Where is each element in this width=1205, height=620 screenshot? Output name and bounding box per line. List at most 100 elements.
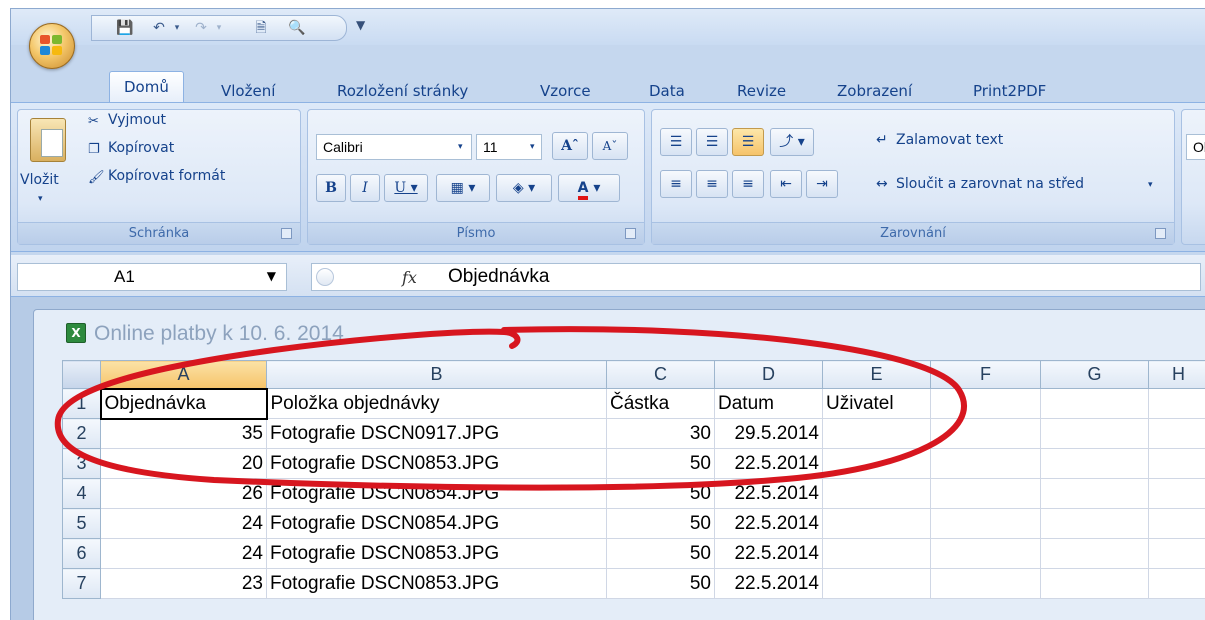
decrease-indent-button[interactable]: ⇤ [770, 170, 802, 198]
table-cell[interactable] [1040, 568, 1149, 599]
name-box[interactable]: A1 ▼ [17, 263, 287, 291]
undo-dropdown-icon[interactable]: ▾ [168, 20, 186, 36]
column-header[interactable]: G [1040, 360, 1149, 389]
number-format-select[interactable]: Ob [1186, 134, 1205, 160]
clipboard-launcher-icon[interactable] [281, 228, 292, 239]
tab-home[interactable]: Domů [109, 71, 184, 103]
table-cell[interactable] [930, 538, 1041, 569]
tab-data[interactable]: Data [649, 79, 685, 103]
table-cell[interactable] [822, 418, 931, 449]
table-cell[interactable]: 50 [606, 478, 715, 509]
merge-center-button[interactable]: Sloučit a zarovnat na střed [896, 176, 1084, 192]
tab-view[interactable]: Zobrazení [837, 79, 912, 103]
shrink-font-button[interactable]: Aˇ [592, 132, 628, 160]
underline-button[interactable]: U ▾ [384, 174, 428, 202]
undo-icon[interactable]: ↶ [150, 20, 168, 36]
table-cell[interactable]: 20 [100, 448, 267, 479]
customize-qat-icon[interactable]: ▼ [356, 18, 365, 32]
row-header[interactable]: 3 [62, 448, 101, 479]
align-center-button[interactable]: ≡ [696, 170, 728, 198]
alignment-launcher-icon[interactable] [1155, 228, 1166, 239]
increase-indent-button[interactable]: ⇥ [806, 170, 838, 198]
table-cell[interactable] [930, 418, 1041, 449]
table-cell[interactable] [1148, 448, 1205, 479]
font-name-dropdown-icon[interactable]: ▾ [458, 142, 463, 152]
align-left-button[interactable]: ≡ [660, 170, 692, 198]
row-header[interactable]: 5 [62, 508, 101, 539]
merge-dropdown-icon[interactable]: ▾ [1148, 180, 1153, 190]
row-header[interactable]: 7 [62, 568, 101, 599]
column-header[interactable]: E [822, 360, 931, 389]
font-size-dropdown-icon[interactable]: ▾ [530, 142, 535, 152]
column-header[interactable]: B [266, 360, 607, 389]
name-box-dropdown-icon[interactable]: ▼ [267, 269, 276, 283]
redo-dropdown-icon[interactable]: ▾ [210, 20, 228, 36]
table-cell[interactable] [1148, 508, 1205, 539]
table-cell[interactable]: Fotografie DSCN0854.JPG [266, 478, 607, 509]
table-cell[interactable] [1148, 418, 1205, 449]
table-cell[interactable] [1148, 538, 1205, 569]
table-cell[interactable] [822, 448, 931, 479]
table-cell[interactable]: Částka [606, 388, 715, 419]
align-right-button[interactable]: ≡ [732, 170, 764, 198]
tab-print2pdf[interactable]: Print2PDF [973, 79, 1046, 103]
table-cell[interactable] [1040, 538, 1149, 569]
borders-button[interactable]: ▦ ▾ [436, 174, 490, 202]
orientation-button[interactable]: ⤴ ▾ [770, 128, 814, 156]
table-cell[interactable]: 22.5.2014 [714, 508, 823, 539]
font-name-select[interactable]: Calibri [316, 134, 472, 160]
save-icon[interactable]: 💾 [116, 20, 134, 36]
table-cell[interactable] [822, 508, 931, 539]
row-header[interactable]: 2 [62, 418, 101, 449]
office-button[interactable] [29, 23, 75, 69]
column-header[interactable]: C [606, 360, 715, 389]
table-cell[interactable]: Položka objednávky [266, 388, 607, 419]
table-cell[interactable] [822, 568, 931, 599]
column-header[interactable]: A [100, 360, 267, 389]
table-cell[interactable]: Fotografie DSCN0853.JPG [266, 538, 607, 569]
tab-review[interactable]: Revize [737, 79, 786, 103]
table-cell[interactable]: 22.5.2014 [714, 568, 823, 599]
align-top-button[interactable]: ☰ [660, 128, 692, 156]
fx-button[interactable]: fx [402, 268, 417, 287]
paste-icon[interactable] [30, 118, 66, 162]
table-cell[interactable]: 50 [606, 538, 715, 569]
table-cell[interactable]: 22.5.2014 [714, 478, 823, 509]
grow-font-button[interactable]: Aˆ [552, 132, 588, 160]
table-cell[interactable]: 50 [606, 448, 715, 479]
italic-button[interactable]: I [350, 174, 380, 202]
table-cell[interactable]: 22.5.2014 [714, 538, 823, 569]
table-cell[interactable] [1148, 568, 1205, 599]
table-cell[interactable] [930, 388, 1041, 419]
table-cell[interactable]: 22.5.2014 [714, 448, 823, 479]
table-cell[interactable]: Uživatel [822, 388, 931, 419]
table-cell[interactable] [822, 478, 931, 509]
select-all-corner[interactable] [62, 360, 101, 389]
format-painter-button[interactable]: Kopírovat formát [108, 168, 225, 184]
table-cell[interactable] [1040, 478, 1149, 509]
tab-page-layout[interactable]: Rozložení stránky [337, 79, 468, 103]
print-preview-icon[interactable]: 🔍 [288, 20, 306, 36]
table-cell[interactable]: 50 [606, 568, 715, 599]
new-document-icon[interactable]: 🗎 [252, 20, 270, 36]
table-cell[interactable] [1148, 388, 1205, 419]
table-cell[interactable] [822, 538, 931, 569]
table-cell[interactable] [1148, 478, 1205, 509]
table-cell[interactable]: Fotografie DSCN0917.JPG [266, 418, 607, 449]
table-cell[interactable]: Fotografie DSCN0853.JPG [266, 568, 607, 599]
column-header[interactable]: D [714, 360, 823, 389]
table-cell[interactable] [1040, 508, 1149, 539]
table-cell[interactable]: 35 [100, 418, 267, 449]
row-header[interactable]: 4 [62, 478, 101, 509]
table-cell[interactable]: 24 [100, 538, 267, 569]
table-cell[interactable]: 23 [100, 568, 267, 599]
bold-button[interactable]: B [316, 174, 346, 202]
table-cell[interactable]: 24 [100, 508, 267, 539]
table-cell[interactable]: 30 [606, 418, 715, 449]
column-header[interactable]: H [1148, 360, 1205, 389]
copy-button[interactable]: Kopírovat [108, 140, 174, 156]
table-cell[interactable]: Datum [714, 388, 823, 419]
table-cell[interactable]: Fotografie DSCN0854.JPG [266, 508, 607, 539]
tab-formulas[interactable]: Vzorce [540, 79, 591, 103]
formula-input[interactable]: fx Objednávka [311, 263, 1201, 291]
